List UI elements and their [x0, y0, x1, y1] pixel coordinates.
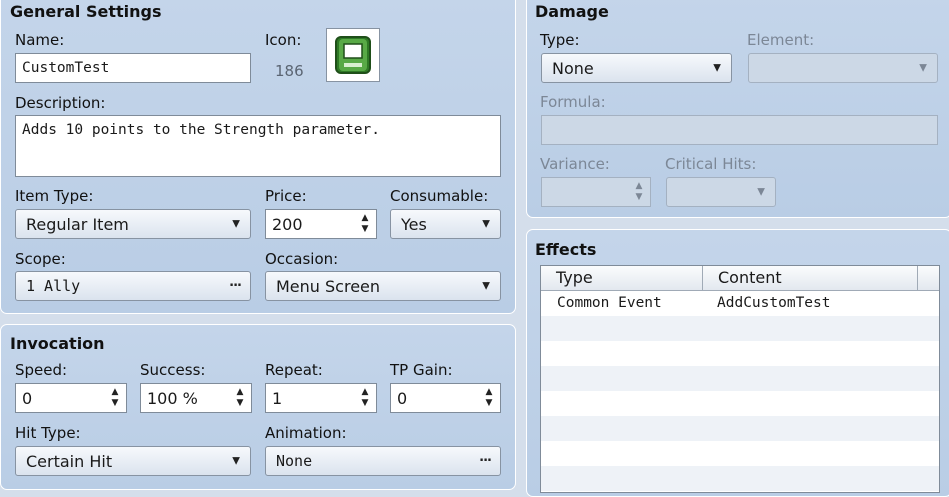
- damage-panel: Damage Type: None ▼ Element: ▼ Formula: …: [526, 0, 949, 218]
- spinner-arrows-icon[interactable]: ▲ ▼: [483, 386, 495, 410]
- effect-type-cell: Common Event: [557, 295, 662, 311]
- damage-type-label: Type:: [540, 31, 580, 49]
- item-type-value: Regular Item: [26, 214, 129, 234]
- critical-hits-label: Critical Hits:: [665, 155, 757, 173]
- repeat-value: 1: [272, 388, 283, 408]
- column-header-type[interactable]: Type: [541, 266, 703, 290]
- formula-input[interactable]: [541, 115, 938, 145]
- occasion-label: Occasion:: [265, 250, 339, 268]
- column-header-content[interactable]: Content: [703, 266, 918, 290]
- effects-table-header: Type Content: [541, 266, 939, 291]
- ellipsis-icon: ···: [229, 278, 242, 294]
- hit-type-label: Hit Type:: [15, 424, 81, 442]
- occasion-select[interactable]: Menu Screen ▼: [265, 271, 501, 301]
- success-label: Success:: [140, 361, 206, 379]
- chevron-down-icon: ▼: [482, 218, 490, 230]
- general-settings-title: General Settings: [10, 2, 162, 21]
- invocation-title: Invocation: [10, 334, 105, 353]
- damage-type-select[interactable]: None ▼: [541, 53, 732, 83]
- general-settings-panel: General Settings Name: CustomTest Icon: …: [0, 0, 516, 314]
- name-label: Name:: [15, 31, 65, 49]
- effects-title: Effects: [535, 240, 597, 259]
- critical-hits-select[interactable]: ▼: [666, 177, 776, 207]
- speed-label: Speed:: [15, 361, 68, 379]
- variance-spinner[interactable]: ▲ ▼: [541, 177, 651, 207]
- table-row[interactable]: [541, 366, 939, 391]
- price-spinner[interactable]: 200 ▲ ▼: [265, 209, 377, 239]
- speed-value: 0: [22, 388, 33, 408]
- scope-value: 1 Ally: [26, 277, 81, 295]
- item-type-select[interactable]: Regular Item ▼: [15, 209, 251, 239]
- chevron-down-icon: ▼: [919, 62, 927, 74]
- chevron-down-icon: ▼: [482, 280, 490, 292]
- table-row[interactable]: [541, 391, 939, 416]
- icon-picker[interactable]: [326, 28, 380, 82]
- spinner-arrows-icon[interactable]: ▲ ▼: [359, 212, 371, 236]
- hit-type-select[interactable]: Certain Hit ▼: [15, 446, 251, 476]
- icon-label: Icon:: [265, 31, 302, 49]
- table-row[interactable]: [541, 466, 939, 491]
- spinner-arrows-icon[interactable]: ▲ ▼: [359, 386, 371, 410]
- invocation-panel: Invocation Speed: 0 ▲ ▼ Success: 100 % ▲ ▼…: [0, 324, 516, 490]
- animation-value: None: [276, 452, 313, 470]
- effects-table[interactable]: Type Content Common Event AddCustomTest: [540, 265, 940, 493]
- damage-type-value: None: [552, 58, 594, 78]
- effects-panel: Effects Type Content Common Event AddCus…: [526, 229, 949, 497]
- scope-label: Scope:: [15, 250, 66, 268]
- item-type-label: Item Type:: [15, 187, 94, 205]
- table-row[interactable]: [541, 416, 939, 441]
- tp-gain-spinner[interactable]: 0 ▲ ▼: [390, 383, 501, 413]
- consumable-label: Consumable:: [390, 187, 489, 205]
- repeat-spinner[interactable]: 1 ▲ ▼: [265, 383, 377, 413]
- ellipsis-icon: ···: [479, 453, 492, 469]
- speed-spinner[interactable]: 0 ▲ ▼: [15, 383, 127, 413]
- description-input[interactable]: Adds 10 points to the Strength parameter…: [15, 115, 501, 177]
- variance-label: Variance:: [540, 155, 610, 173]
- success-spinner[interactable]: 100 % ▲ ▼: [140, 383, 252, 413]
- table-row[interactable]: [541, 441, 939, 466]
- green-book-icon: [335, 36, 371, 74]
- price-value: 200: [272, 214, 303, 234]
- spinner-arrows-icon[interactable]: ▲ ▼: [633, 180, 645, 204]
- table-row[interactable]: Common Event AddCustomTest: [541, 291, 939, 316]
- spinner-arrows-icon[interactable]: ▲ ▼: [109, 386, 121, 410]
- consumable-value: Yes: [401, 214, 427, 234]
- hit-type-value: Certain Hit: [26, 451, 113, 471]
- occasion-value: Menu Screen: [276, 276, 381, 296]
- element-select[interactable]: ▼: [748, 53, 938, 83]
- chevron-down-icon: ▼: [232, 218, 240, 230]
- table-row[interactable]: [541, 341, 939, 366]
- icon-index: 186: [275, 62, 304, 80]
- damage-title: Damage: [535, 2, 609, 21]
- repeat-label: Repeat:: [265, 361, 323, 379]
- animation-label: Animation:: [265, 424, 347, 442]
- success-value: 100 %: [147, 388, 198, 408]
- name-input[interactable]: CustomTest: [15, 53, 251, 83]
- element-label: Element:: [747, 31, 815, 49]
- chevron-down-icon: ▼: [713, 62, 721, 74]
- formula-label: Formula:: [540, 93, 606, 111]
- scope-picker[interactable]: 1 Ally ···: [15, 271, 251, 301]
- consumable-select[interactable]: Yes ▼: [390, 209, 501, 239]
- chevron-down-icon: ▼: [232, 455, 240, 467]
- effect-content-cell: AddCustomTest: [717, 295, 831, 311]
- price-label: Price:: [265, 187, 307, 205]
- tp-gain-label: TP Gain:: [390, 361, 453, 379]
- chevron-down-icon: ▼: [757, 186, 765, 198]
- table-row[interactable]: [541, 316, 939, 341]
- tp-gain-value: 0: [397, 388, 408, 408]
- spinner-arrows-icon[interactable]: ▲ ▼: [234, 386, 246, 410]
- animation-picker[interactable]: None ···: [265, 446, 501, 476]
- description-label: Description:: [15, 94, 106, 112]
